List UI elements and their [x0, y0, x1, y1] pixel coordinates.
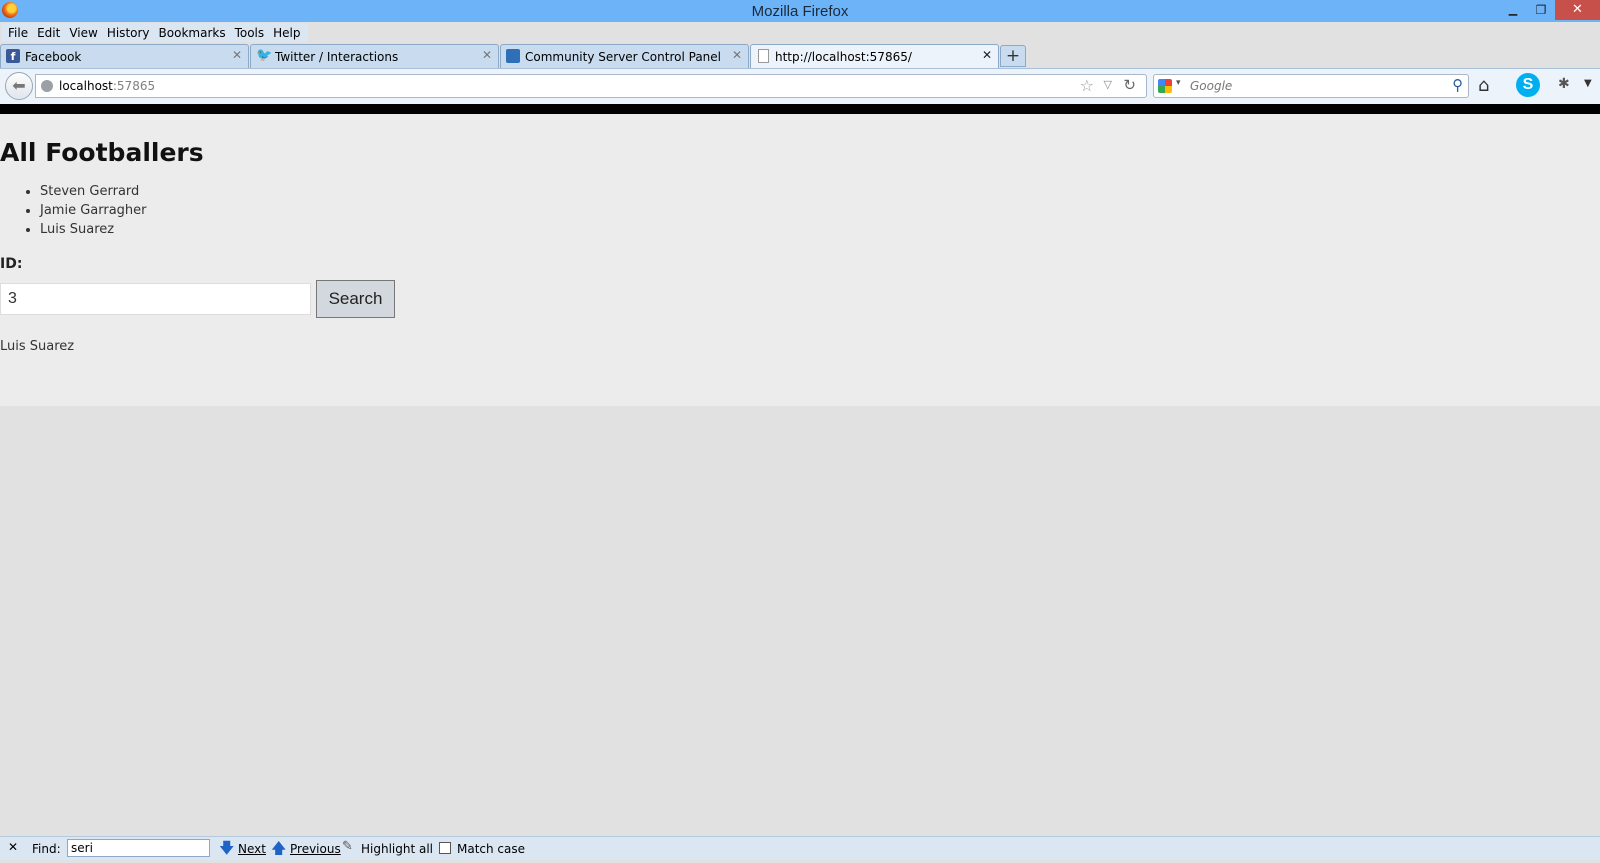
close-tab-icon[interactable]: ✕: [232, 48, 242, 62]
url-host: localhost: [59, 79, 113, 93]
reload-icon[interactable]: ↻: [1123, 76, 1136, 94]
menu-help[interactable]: Help: [269, 23, 305, 42]
find-label: Find:: [32, 842, 61, 856]
menu-tools[interactable]: Tools: [231, 23, 270, 42]
tab-label: http://localhost:57865/: [775, 50, 912, 64]
bookmark-star-icon[interactable]: ☆: [1080, 76, 1094, 95]
menu-bar: File Edit View History Bookmarks Tools H…: [2, 23, 308, 42]
menu-view[interactable]: View: [65, 23, 102, 42]
close-tab-icon[interactable]: ✕: [482, 48, 492, 62]
tab-community-server[interactable]: Community Server Control Panel ✕: [500, 44, 749, 68]
close-window-button[interactable]: ✕: [1555, 0, 1600, 20]
back-arrow-icon: ⬅: [12, 76, 26, 95]
id-input[interactable]: [0, 283, 311, 315]
find-previous-button[interactable]: Previous: [290, 842, 341, 856]
page-heading: All Footballers: [0, 138, 204, 167]
page-content: All Footballers Steven Gerrard Jamie Gar…: [0, 114, 1600, 406]
search-bar[interactable]: ▾ Google ⚲: [1153, 74, 1469, 98]
tab-strip: f Facebook ✕ 🐦 Twitter / Interactions ✕ …: [0, 44, 1600, 69]
window-title: Mozilla Firefox: [751, 3, 849, 20]
search-button[interactable]: Search: [316, 280, 395, 318]
tab-label: Facebook: [25, 50, 82, 64]
highlight-all-button[interactable]: Highlight all: [361, 842, 433, 856]
tab-label: Community Server Control Panel: [525, 50, 721, 64]
close-find-bar-icon[interactable]: ✕: [8, 840, 18, 854]
tab-twitter[interactable]: 🐦 Twitter / Interactions ✕: [250, 44, 499, 68]
search-result: Luis Suarez: [0, 339, 75, 354]
facebook-icon: f: [6, 49, 20, 63]
page-top-border: [0, 104, 1600, 114]
history-dropdown-icon[interactable]: ▽: [1104, 78, 1112, 91]
tab-localhost[interactable]: http://localhost:57865/ ✕: [750, 44, 999, 69]
player-list: Steven Gerrard Jamie Garragher Luis Suar…: [0, 182, 147, 239]
close-tab-icon[interactable]: ✕: [982, 48, 992, 62]
minimize-button[interactable]: ▁: [1499, 0, 1527, 20]
community-server-icon: [506, 49, 520, 63]
highlighter-icon: ✎: [342, 839, 353, 854]
find-bar: ✕ Find: 🡇 Next 🡅 Previous ✎ Highlight al…: [0, 836, 1600, 860]
search-icon[interactable]: ⚲: [1452, 76, 1463, 94]
toolbar-menu-dropdown-icon[interactable]: ▼: [1584, 78, 1592, 89]
home-icon[interactable]: ⌂: [1478, 75, 1489, 96]
tab-facebook[interactable]: f Facebook ✕: [0, 44, 249, 68]
url-bar[interactable]: localhost:57865 ☆ ▽ ↻: [35, 74, 1147, 98]
navigation-toolbar: ⬅ localhost:57865 ☆ ▽ ↻ ▾ Google ⚲ ⌂ S ✱…: [0, 68, 1600, 105]
close-tab-icon[interactable]: ✕: [732, 48, 742, 62]
match-case-checkbox[interactable]: [439, 842, 451, 854]
menu-file[interactable]: File: [4, 23, 33, 42]
down-arrow-icon[interactable]: 🡇: [219, 838, 234, 863]
search-engine-dropdown-icon[interactable]: ▾: [1176, 78, 1181, 88]
url-text[interactable]: localhost:57865: [59, 79, 155, 93]
tab-label: Twitter / Interactions: [275, 50, 399, 64]
google-icon[interactable]: [1158, 79, 1172, 93]
back-button[interactable]: ⬅: [5, 72, 33, 100]
search-placeholder: Google: [1190, 79, 1233, 93]
list-item: Steven Gerrard: [40, 182, 147, 201]
find-next-button[interactable]: Next: [238, 842, 266, 856]
up-arrow-icon[interactable]: 🡅: [271, 838, 286, 863]
menu-history[interactable]: History: [103, 23, 155, 42]
list-item: Jamie Garragher: [40, 201, 147, 220]
menu-edit[interactable]: Edit: [33, 23, 65, 42]
globe-icon: [41, 80, 53, 92]
maximize-button[interactable]: ❐: [1527, 0, 1555, 20]
url-port: :57865: [112, 79, 156, 93]
new-tab-button[interactable]: +: [1000, 45, 1026, 67]
find-input[interactable]: [67, 839, 210, 857]
twitter-icon: 🐦: [256, 48, 273, 63]
menu-bookmarks[interactable]: Bookmarks: [155, 23, 231, 42]
list-item: Luis Suarez: [40, 220, 147, 239]
skype-icon[interactable]: S: [1516, 73, 1540, 97]
title-bar: Mozilla Firefox ▁ ❐ ✕: [0, 0, 1600, 22]
match-case-label[interactable]: Match case: [457, 842, 525, 856]
extension-icon[interactable]: ✱: [1558, 76, 1570, 92]
page-icon: [758, 49, 769, 63]
id-label: ID:: [0, 256, 23, 272]
